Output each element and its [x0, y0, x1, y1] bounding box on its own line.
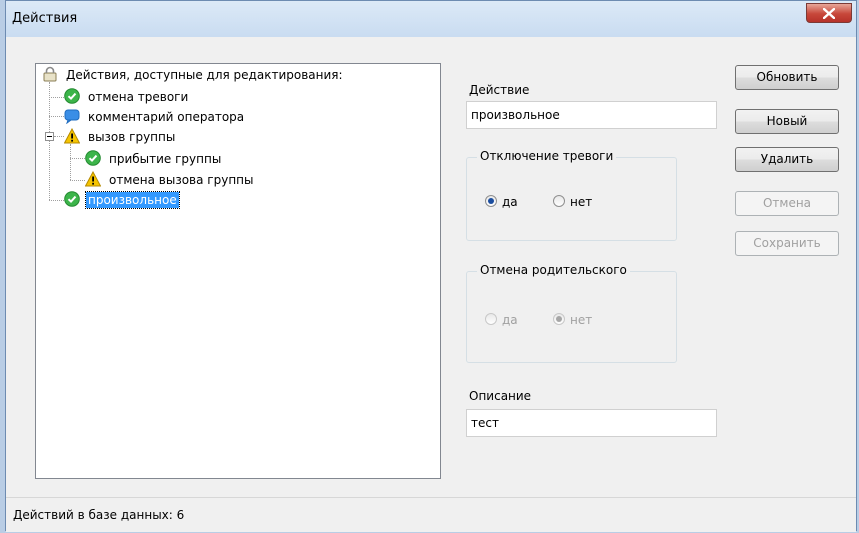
- tree-line: [70, 144, 71, 180]
- save-button[interactable]: Сохранить: [735, 231, 839, 256]
- tree-item-label: вызов группы: [88, 130, 176, 144]
- cancel-button[interactable]: Отмена: [735, 191, 839, 216]
- radio-label: нет: [570, 313, 593, 327]
- alarm-off-group: Отключение тревоги да нет: [466, 149, 677, 241]
- green-check-icon: [85, 150, 101, 166]
- lock-icon: [43, 66, 57, 82]
- green-check-icon: [64, 88, 80, 104]
- tree-line: [49, 82, 50, 200]
- cancel-parent-group: Отмена родительского да нет: [466, 263, 677, 363]
- title-bar: Действия: [6, 1, 856, 37]
- tree-line: [70, 158, 85, 159]
- radio-label: нет: [570, 195, 593, 209]
- warning-icon: [85, 171, 101, 187]
- warning-icon: [64, 128, 80, 144]
- tree-line: [70, 180, 85, 181]
- radio-checked-icon: [485, 195, 497, 207]
- tree-root-label: Действия, доступные для редактирования:: [66, 68, 343, 82]
- radio-unchecked-icon: [553, 195, 565, 207]
- tree-item-label: отмена вызова группы: [109, 173, 254, 187]
- tree-item-label: прибытие группы: [109, 152, 222, 166]
- description-field[interactable]: тест: [466, 409, 717, 437]
- status-text: Действий в базе данных: 6: [13, 508, 185, 522]
- action-field[interactable]: произвольное: [466, 101, 717, 129]
- tree-line: [49, 200, 64, 201]
- refresh-button[interactable]: Обновить: [735, 65, 839, 90]
- tree-item-label: отмена тревоги: [88, 90, 189, 104]
- radio-label: да: [502, 313, 518, 327]
- window-title: Действия: [12, 11, 78, 26]
- action-label: Действие: [469, 83, 530, 97]
- delete-button[interactable]: Удалить: [735, 147, 839, 172]
- radio-unchecked-icon: [485, 313, 497, 325]
- description-label: Описание: [469, 389, 532, 403]
- actions-tree[interactable]: Действия, доступные для редактирования: …: [35, 63, 441, 479]
- actions-window: Действия Действия, доступные для редакти…: [5, 0, 857, 532]
- radio-checked-icon: [553, 313, 565, 325]
- new-button[interactable]: Новый: [735, 109, 839, 134]
- tree-line: [54, 136, 64, 137]
- collapse-toggle[interactable]: [45, 132, 54, 141]
- close-button[interactable]: [806, 3, 852, 23]
- alarm-off-group-title: Отключение тревоги: [477, 149, 617, 163]
- tree-item-label: произвольное: [85, 191, 180, 209]
- cancel-parent-group-title: Отмена родительского: [477, 263, 630, 277]
- tree-line: [49, 97, 64, 98]
- tree-item-label: комментарий оператора: [88, 110, 245, 124]
- close-icon: [823, 8, 835, 19]
- radio-label: да: [502, 195, 518, 209]
- tree-line: [49, 116, 64, 117]
- green-check-icon: [64, 191, 80, 207]
- speech-bubble-icon: [64, 109, 80, 124]
- status-bar: Действий в базе данных: 6: [6, 497, 856, 532]
